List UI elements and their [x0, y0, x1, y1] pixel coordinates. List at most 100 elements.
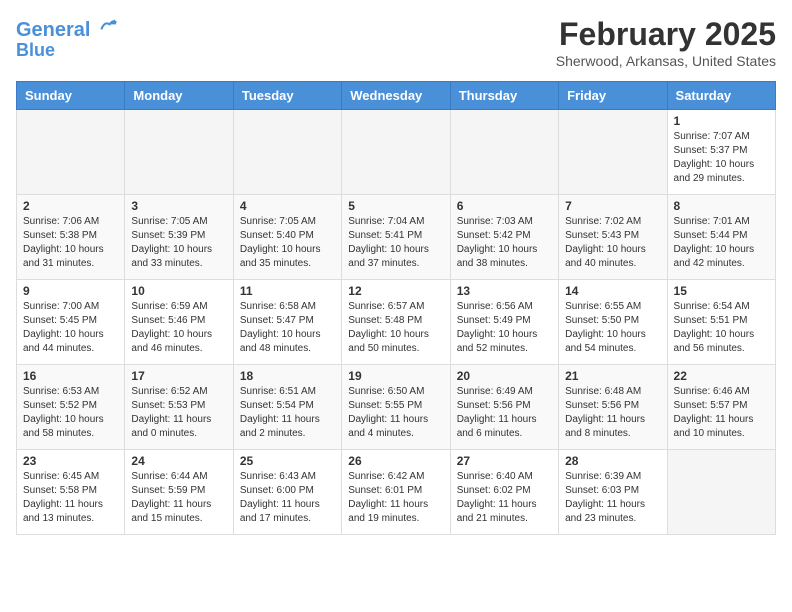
- day-info: Sunrise: 6:45 AM Sunset: 5:58 PM Dayligh…: [23, 470, 118, 526]
- day-number: 5: [348, 199, 443, 213]
- table-row: 7Sunrise: 7:02 AM Sunset: 5:43 PM Daylig…: [559, 195, 667, 280]
- table-row: [233, 110, 341, 195]
- day-number: 4: [240, 199, 335, 213]
- header-sunday: Sunday: [17, 82, 125, 110]
- calendar-week-row: 2 Sunrise: 7:06 AM Sunset: 5:38 PM Daylig…: [17, 195, 776, 280]
- table-row: [559, 110, 667, 195]
- day-info: Sunrise: 6:44 AM Sunset: 5:59 PM Dayligh…: [131, 470, 226, 526]
- day-info: Sunrise: 6:53 AM Sunset: 5:52 PM Dayligh…: [23, 385, 118, 441]
- table-row: 23 Sunrise: 6:45 AM Sunset: 5:58 PM Dayli…: [17, 450, 125, 535]
- day-number: 17: [131, 369, 226, 383]
- day-number: 6: [457, 199, 552, 213]
- table-row: 14 Sunrise: 6:55 AM Sunset: 5:50 PM Dayli…: [559, 280, 667, 365]
- day-number: 9: [23, 284, 118, 298]
- day-number: 7: [565, 199, 660, 213]
- table-row: 1 Sunrise: 7:07 AM Sunset: 5:37 PM Daylig…: [667, 110, 775, 195]
- day-number: 2: [23, 199, 118, 213]
- table-row: 20 Sunrise: 6:49 AM Sunset: 5:56 PM Dayli…: [450, 365, 558, 450]
- calendar-week-row: 1 Sunrise: 7:07 AM Sunset: 5:37 PM Daylig…: [17, 110, 776, 195]
- logo: General Blue: [16, 16, 118, 61]
- month-title: February 2025: [556, 16, 776, 53]
- table-row: 18 Sunrise: 6:51 AM Sunset: 5:54 PM Dayli…: [233, 365, 341, 450]
- page-header: General Blue February 2025 Sherwood, Ark…: [16, 16, 776, 69]
- day-number: 20: [457, 369, 552, 383]
- day-number: 10: [131, 284, 226, 298]
- table-row: 24 Sunrise: 6:44 AM Sunset: 5:59 PM Dayli…: [125, 450, 233, 535]
- logo-icon: [98, 16, 118, 36]
- day-number: 18: [240, 369, 335, 383]
- day-info: Sunrise: 7:00 AM Sunset: 5:45 PM Dayligh…: [23, 300, 118, 356]
- day-info: Sunrise: 6:55 AM Sunset: 5:50 PM Dayligh…: [565, 300, 660, 356]
- header-saturday: Saturday: [667, 82, 775, 110]
- table-row: 21 Sunrise: 6:48 AM Sunset: 5:56 PM Dayli…: [559, 365, 667, 450]
- table-row: [450, 110, 558, 195]
- table-row: 27 Sunrise: 6:40 AM Sunset: 6:02 PM Dayli…: [450, 450, 558, 535]
- day-info: Sunrise: 7:04 AM Sunset: 5:41 PM Dayligh…: [348, 215, 443, 271]
- table-row: 17 Sunrise: 6:52 AM Sunset: 5:53 PM Dayli…: [125, 365, 233, 450]
- table-row: 3Sunrise: 7:05 AM Sunset: 5:39 PM Daylig…: [125, 195, 233, 280]
- day-info: Sunrise: 6:46 AM Sunset: 5:57 PM Dayligh…: [674, 385, 769, 441]
- table-row: 5 Sunrise: 7:04 AM Sunset: 5:41 PM Daylig…: [342, 195, 450, 280]
- day-info: Sunrise: 7:07 AM Sunset: 5:37 PM Dayligh…: [674, 130, 769, 186]
- table-row: [667, 450, 775, 535]
- day-info: Sunrise: 6:50 AM Sunset: 5:55 PM Dayligh…: [348, 385, 443, 441]
- day-number: 16: [23, 369, 118, 383]
- day-info: Sunrise: 6:39 AM Sunset: 6:03 PM Dayligh…: [565, 470, 660, 526]
- table-row: 8Sunrise: 7:01 AM Sunset: 5:44 PM Daylig…: [667, 195, 775, 280]
- day-number: 14: [565, 284, 660, 298]
- logo-blue-text: Blue: [16, 41, 118, 61]
- day-number: 23: [23, 454, 118, 468]
- table-row: [17, 110, 125, 195]
- header-thursday: Thursday: [450, 82, 558, 110]
- header-monday: Monday: [125, 82, 233, 110]
- day-info: Sunrise: 6:51 AM Sunset: 5:54 PM Dayligh…: [240, 385, 335, 441]
- day-number: 28: [565, 454, 660, 468]
- day-info: Sunrise: 7:01 AM Sunset: 5:44 PM Dayligh…: [674, 215, 769, 271]
- day-info: Sunrise: 6:40 AM Sunset: 6:02 PM Dayligh…: [457, 470, 552, 526]
- day-number: 1: [674, 114, 769, 128]
- day-info: Sunrise: 7:05 AM Sunset: 5:40 PM Dayligh…: [240, 215, 335, 271]
- location-text: Sherwood, Arkansas, United States: [556, 53, 776, 69]
- day-info: Sunrise: 6:57 AM Sunset: 5:48 PM Dayligh…: [348, 300, 443, 356]
- day-number: 11: [240, 284, 335, 298]
- day-number: 13: [457, 284, 552, 298]
- table-row: 6 Sunrise: 7:03 AM Sunset: 5:42 PM Daylig…: [450, 195, 558, 280]
- table-row: 9 Sunrise: 7:00 AM Sunset: 5:45 PM Daylig…: [17, 280, 125, 365]
- header-friday: Friday: [559, 82, 667, 110]
- table-row: 28 Sunrise: 6:39 AM Sunset: 6:03 PM Dayli…: [559, 450, 667, 535]
- day-number: 24: [131, 454, 226, 468]
- calendar-table: Sunday Monday Tuesday Wednesday Thursday…: [16, 81, 776, 535]
- table-row: 12Sunrise: 6:57 AM Sunset: 5:48 PM Dayli…: [342, 280, 450, 365]
- day-number: 19: [348, 369, 443, 383]
- table-row: 16 Sunrise: 6:53 AM Sunset: 5:52 PM Dayli…: [17, 365, 125, 450]
- calendar-week-row: 23 Sunrise: 6:45 AM Sunset: 5:58 PM Dayli…: [17, 450, 776, 535]
- day-number: 22: [674, 369, 769, 383]
- table-row: 19 Sunrise: 6:50 AM Sunset: 5:55 PM Dayli…: [342, 365, 450, 450]
- day-number: 21: [565, 369, 660, 383]
- day-info: Sunrise: 6:56 AM Sunset: 5:49 PM Dayligh…: [457, 300, 552, 356]
- day-number: 27: [457, 454, 552, 468]
- day-info: Sunrise: 7:03 AM Sunset: 5:42 PM Dayligh…: [457, 215, 552, 271]
- day-info: Sunrise: 7:06 AM Sunset: 5:38 PM Dayligh…: [23, 215, 118, 271]
- day-info: Sunrise: 6:54 AM Sunset: 5:51 PM Dayligh…: [674, 300, 769, 356]
- day-info: Sunrise: 6:52 AM Sunset: 5:53 PM Dayligh…: [131, 385, 226, 441]
- day-info: Sunrise: 6:48 AM Sunset: 5:56 PM Dayligh…: [565, 385, 660, 441]
- day-info: Sunrise: 6:43 AM Sunset: 6:00 PM Dayligh…: [240, 470, 335, 526]
- table-row: 2 Sunrise: 7:06 AM Sunset: 5:38 PM Daylig…: [17, 195, 125, 280]
- calendar-week-row: 9 Sunrise: 7:00 AM Sunset: 5:45 PM Daylig…: [17, 280, 776, 365]
- table-row: 22 Sunrise: 6:46 AM Sunset: 5:57 PM Dayli…: [667, 365, 775, 450]
- calendar-header-row: Sunday Monday Tuesday Wednesday Thursday…: [17, 82, 776, 110]
- calendar-week-row: 16 Sunrise: 6:53 AM Sunset: 5:52 PM Dayli…: [17, 365, 776, 450]
- day-info: Sunrise: 6:42 AM Sunset: 6:01 PM Dayligh…: [348, 470, 443, 526]
- table-row: 25Sunrise: 6:43 AM Sunset: 6:00 PM Dayli…: [233, 450, 341, 535]
- table-row: 13 Sunrise: 6:56 AM Sunset: 5:49 PM Dayli…: [450, 280, 558, 365]
- day-number: 3: [131, 199, 226, 213]
- header-tuesday: Tuesday: [233, 82, 341, 110]
- logo-text: General: [16, 16, 118, 41]
- day-info: Sunrise: 6:49 AM Sunset: 5:56 PM Dayligh…: [457, 385, 552, 441]
- day-number: 15: [674, 284, 769, 298]
- title-block: February 2025 Sherwood, Arkansas, United…: [556, 16, 776, 69]
- day-info: Sunrise: 6:58 AM Sunset: 5:47 PM Dayligh…: [240, 300, 335, 356]
- table-row: 11 Sunrise: 6:58 AM Sunset: 5:47 PM Dayli…: [233, 280, 341, 365]
- header-wednesday: Wednesday: [342, 82, 450, 110]
